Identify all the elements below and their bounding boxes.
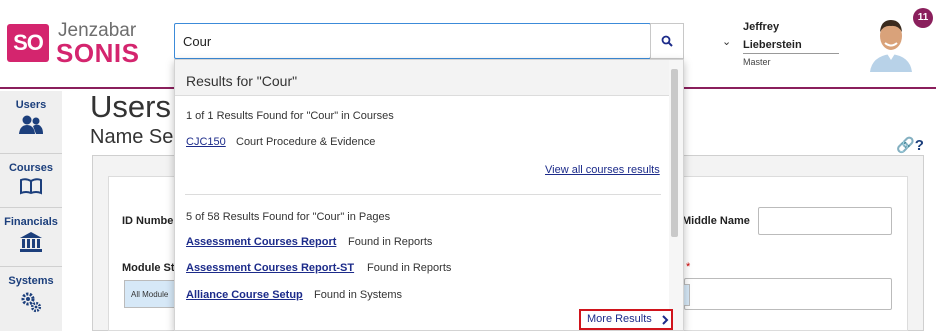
product-name: SONIS (56, 38, 140, 68)
more-results-label: More Results (587, 313, 652, 325)
avatar[interactable] (866, 14, 916, 72)
sidebar-item-label: Courses (8, 162, 54, 174)
user-role: Master (743, 57, 771, 67)
sidebar-item-courses[interactable]: Courses (0, 154, 62, 208)
view-all-courses-link[interactable]: View all courses results (545, 164, 660, 176)
global-search (174, 23, 684, 59)
page-result-link[interactable]: Assessment Courses Report (186, 236, 336, 248)
sonis-logo-mark[interactable]: SO (7, 24, 49, 62)
id-number-label: ID Numbe (122, 215, 174, 227)
user-divider (743, 53, 839, 54)
courses-results-summary: 1 of 1 Results Found for "Cour" in Cours… (186, 110, 394, 122)
sidebar-item-label: Systems (8, 275, 54, 287)
required-marker: * (686, 261, 691, 273)
module-field[interactable] (684, 278, 892, 310)
chevron-down-icon[interactable]: ⌄ (722, 35, 731, 48)
page-title: Users (90, 89, 171, 124)
user-menu[interactable]: ⌄ Jeffrey Lieberstein Master (722, 18, 842, 70)
results-divider (185, 194, 661, 195)
more-results-button[interactable]: More Results (579, 309, 673, 330)
course-result-name: Court Procedure & Evidence (236, 136, 376, 148)
middle-name-field[interactable] (758, 207, 892, 235)
gears-icon (21, 292, 42, 313)
sidebar-item-label: Financials (4, 216, 58, 228)
help-icon[interactable]: ? (915, 137, 924, 154)
page-result-location: Found in Reports (367, 262, 452, 274)
middle-name-label: Middle Name (682, 215, 750, 227)
pages-results-summary: 5 of 58 Results Found for "Cour" in Page… (186, 211, 391, 223)
course-result-code-link[interactable]: CJC150 (186, 136, 226, 148)
results-header: Results for "Cour" (175, 60, 669, 96)
search-input[interactable] (174, 23, 651, 59)
module-select[interactable]: All Module (124, 280, 176, 308)
page-result-location: Found in Systems (314, 289, 403, 301)
chevron-right-icon (662, 315, 669, 325)
bank-icon (20, 232, 42, 252)
sidebar-item-users[interactable]: Users (0, 91, 62, 154)
sidebar: Users Courses Financials Systems (0, 91, 62, 331)
users-icon (19, 115, 43, 134)
page-result-location: Found in Reports (348, 236, 433, 248)
link-icon[interactable]: 🔗 (896, 137, 915, 154)
user-first-name: Jeffrey (743, 21, 780, 33)
search-button[interactable] (650, 23, 684, 59)
page-subtitle: Name Se (90, 126, 174, 148)
page-result-link[interactable]: Assessment Courses Report-ST (186, 262, 354, 274)
module-status-label: Module St (122, 262, 175, 274)
results-scrollbar-thumb[interactable] (671, 69, 678, 237)
sidebar-item-financials[interactable]: Financials (0, 208, 62, 267)
user-last-name: Lieberstein (743, 39, 802, 51)
notification-badge[interactable]: 11 (913, 8, 933, 28)
sidebar-item-systems[interactable]: Systems (0, 267, 62, 331)
sidebar-item-label: Users (15, 99, 47, 111)
book-icon (20, 178, 42, 195)
page-result-link[interactable]: Alliance Course Setup (186, 289, 303, 301)
search-icon (661, 35, 673, 47)
search-results-dropdown: Results for "Cour" 1 of 1 Results Found … (174, 59, 684, 331)
